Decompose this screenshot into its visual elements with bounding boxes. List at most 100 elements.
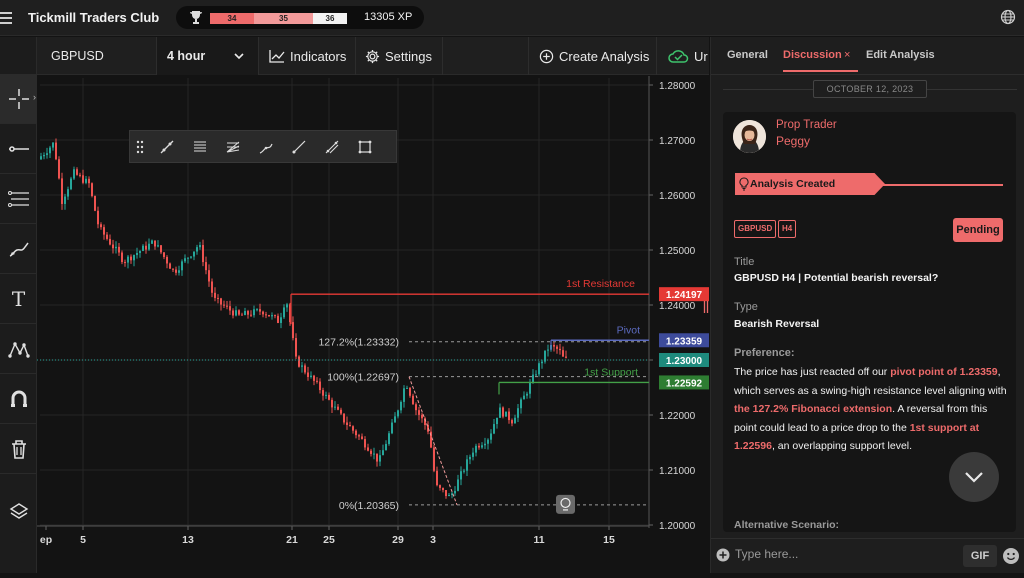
create-analysis-button[interactable]: Create Analysis xyxy=(529,37,657,75)
gif-button[interactable]: GIF xyxy=(963,545,997,567)
bull-candle xyxy=(148,243,150,250)
preference-label: Preference: xyxy=(734,347,795,359)
bull-candle xyxy=(64,196,66,204)
price-tick-label: 1.20000 xyxy=(659,521,696,532)
indicators-button[interactable]: Indicators xyxy=(259,37,356,75)
bull-candle xyxy=(490,433,492,440)
title-label: Title xyxy=(734,256,755,268)
emoji-icon[interactable] xyxy=(1002,547,1020,565)
undo-redo-group xyxy=(443,37,529,75)
cloud-sync-button[interactable]: Ur xyxy=(657,37,709,75)
bear-candle xyxy=(145,245,147,250)
bear-candle xyxy=(76,169,78,175)
plus-circle-icon[interactable] xyxy=(716,548,730,562)
interval-selector[interactable]: 4 hour xyxy=(157,37,259,75)
bear-candle xyxy=(163,252,165,257)
ray-icon[interactable] xyxy=(282,131,315,162)
bear-candle xyxy=(352,426,354,431)
price-chart[interactable]: 1.28000 1.27000 1.26000 1.25000 1.24000 1.230… xyxy=(37,76,709,573)
pattern-tool-button[interactable] xyxy=(0,324,37,374)
bull-candle xyxy=(529,382,531,394)
tab-general[interactable]: General xyxy=(727,49,768,61)
bear-candle xyxy=(508,411,510,421)
bear-candle xyxy=(208,270,210,282)
fibonacci-icon xyxy=(7,190,29,207)
bear-candle xyxy=(436,470,438,486)
settings-button[interactable]: Settings xyxy=(356,37,443,75)
resistance-label: 1st Resistance xyxy=(566,278,635,290)
horizontal-line-tool-button[interactable] xyxy=(0,124,37,174)
bull-candle xyxy=(52,142,54,148)
date-tick-label: 15 xyxy=(603,534,615,546)
bull-candle xyxy=(406,387,408,389)
tab-discussion[interactable]: Discussion xyxy=(783,49,858,72)
date-tick-label: 11 xyxy=(533,534,544,546)
symbol-selector[interactable]: GBPUSD xyxy=(37,37,157,75)
tab-edit-analysis[interactable]: Edit Analysis xyxy=(866,49,935,61)
bull-candle xyxy=(142,245,144,251)
indicators-icon xyxy=(269,50,285,63)
type-value: Bearish Reversal xyxy=(734,318,820,330)
alternative-scenario-label: Alternative Scenario: xyxy=(734,519,840,531)
crosshair-tool-button[interactable]: › xyxy=(0,74,37,124)
trendline-icon[interactable] xyxy=(150,131,183,162)
delete-tool-button[interactable] xyxy=(0,424,37,474)
price-tick-label: 1.22000 xyxy=(659,411,696,422)
idea-marker xyxy=(556,494,575,514)
bull-candle xyxy=(505,411,507,417)
fib-levels-icon[interactable] xyxy=(183,131,216,162)
bear-candle xyxy=(223,304,225,306)
bear-candle xyxy=(130,256,132,261)
panel-resize-handle-icon[interactable] xyxy=(703,300,709,314)
scroll-down-button[interactable] xyxy=(949,452,999,502)
bull-candle xyxy=(535,374,537,376)
magnet-tool-button[interactable] xyxy=(0,374,37,424)
preference-text: The price has just reacted off our pivot… xyxy=(734,363,1008,456)
bull-candle xyxy=(127,256,129,263)
lightbulb-icon xyxy=(739,177,749,191)
fib-fan-icon[interactable] xyxy=(216,131,249,162)
drawing-float-toolbar xyxy=(129,130,397,163)
support-label: 1st Support xyxy=(584,366,638,378)
measure-icon[interactable] xyxy=(315,131,348,162)
text-tool-button[interactable]: T xyxy=(0,274,37,324)
brush-tool-button[interactable] xyxy=(0,224,37,274)
app-title: Tickmill Traders Club xyxy=(28,10,160,25)
rectangle-icon[interactable] xyxy=(348,131,381,162)
bull-candle xyxy=(271,315,273,317)
horizontal-line-icon xyxy=(8,145,29,152)
date-separator: OCTOBER 12, 2023 xyxy=(813,80,927,98)
layers-tool-button[interactable] xyxy=(0,487,37,537)
hamburger-menu-icon[interactable] xyxy=(0,9,14,25)
bear-candle xyxy=(409,387,411,396)
highlight-pivot: pivot point of 1.23359 xyxy=(890,366,998,378)
panel-tabs: General Discussion × Edit Analysis xyxy=(711,37,1024,75)
bear-candle xyxy=(376,453,378,462)
avatar[interactable] xyxy=(733,120,766,153)
author-name[interactable]: Peggy xyxy=(776,134,810,148)
date-tick-label: 3 xyxy=(430,534,436,546)
bear-candle xyxy=(304,365,306,373)
bear-candle xyxy=(415,404,417,411)
fib-0-label: 0%(1.20365) xyxy=(339,500,399,512)
bear-candle xyxy=(88,178,90,184)
drag-handle-icon[interactable] xyxy=(130,131,150,162)
bear-candle xyxy=(97,210,99,225)
globe-icon[interactable] xyxy=(1000,9,1016,25)
pen-icon[interactable] xyxy=(249,131,282,162)
bear-candle xyxy=(412,395,414,405)
trophy-icon xyxy=(190,11,202,24)
settings-label: Settings xyxy=(385,48,432,64)
bear-candle xyxy=(55,142,57,160)
bear-candle xyxy=(307,372,309,377)
message-input[interactable]: Type here... xyxy=(735,547,798,561)
event-flag-line xyxy=(873,184,1003,186)
bull-candle xyxy=(256,309,258,311)
close-icon[interactable]: × xyxy=(844,49,850,61)
bear-candle xyxy=(121,252,123,263)
app-header: Tickmill Traders Club 34 35 36 13305 XP xyxy=(0,0,1024,36)
xp-progress[interactable]: 34 35 36 13305 XP xyxy=(176,6,424,29)
bear-candle xyxy=(166,256,168,264)
fibonacci-tool-button[interactable] xyxy=(0,174,37,224)
bull-candle xyxy=(70,178,72,190)
